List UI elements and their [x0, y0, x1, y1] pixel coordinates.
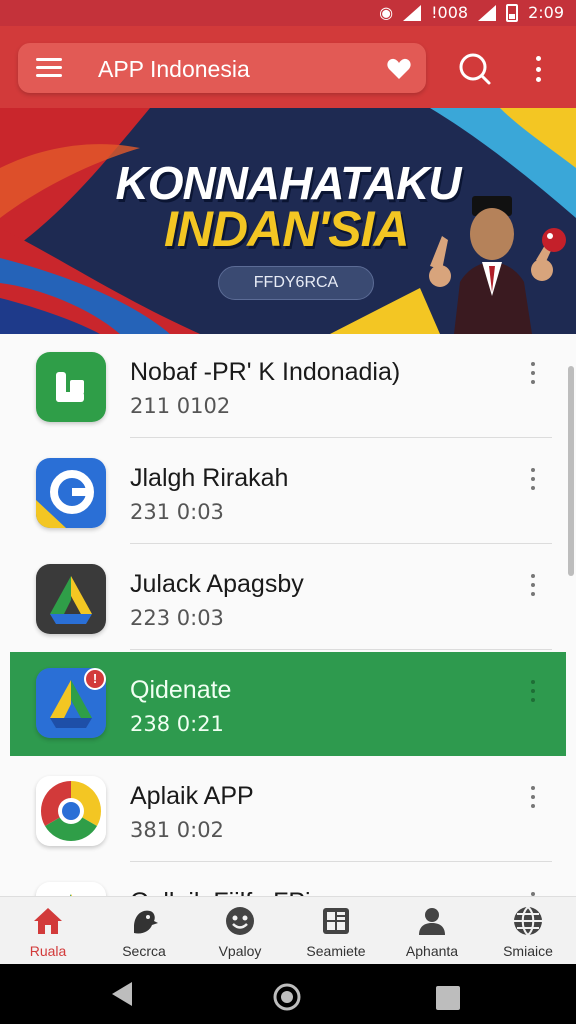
notification-icon: ◉	[379, 3, 394, 22]
nav-label: Smiaice	[503, 943, 553, 959]
person-icon	[416, 905, 448, 937]
list-item[interactable]: Gollaik Fiilfe FPi	[0, 864, 566, 896]
item-more-icon[interactable]	[528, 574, 538, 596]
item-subtitle: 211 0102	[130, 394, 231, 418]
nav-item-seamiete[interactable]: Seamiete	[288, 897, 384, 965]
item-title: Julack Apagsby	[130, 570, 304, 598]
promo-banner[interactable]: KONNAHATAKU INDAN'SIA FFDY6RCA	[0, 108, 576, 334]
item-title: Aplaik APP	[130, 782, 254, 810]
nav-item-aphanta[interactable]: Aphanta	[384, 897, 480, 965]
signal-icon	[403, 4, 422, 21]
hamburger-menu-icon[interactable]	[36, 58, 62, 78]
search-bird-icon	[128, 905, 160, 937]
nav-label: Ruala	[29, 943, 67, 959]
status-icons: ◉ !008 2:09	[379, 3, 564, 22]
green-phone-app-icon	[36, 352, 106, 422]
item-subtitle: 238 0:21	[130, 712, 224, 736]
battery-icon	[506, 3, 519, 22]
nav-item-home[interactable]: Ruala	[0, 897, 96, 965]
nav-item-search[interactable]: Secrca	[96, 897, 192, 965]
list-item-selected[interactable]: ! Qidenate 238 0:21	[10, 652, 566, 756]
bottom-navigation: Ruala Secrca Vpaloy Seamiete Aphanta Smi…	[0, 896, 576, 964]
google-g-app-icon	[36, 458, 106, 528]
item-subtitle: 381 0:02	[130, 818, 224, 842]
item-more-icon[interactable]	[528, 786, 538, 808]
nav-label: Secrca	[122, 943, 166, 959]
status-bar: ◉ !008 2:09	[0, 0, 576, 26]
back-icon[interactable]	[108, 980, 136, 1013]
system-navigation-bar	[0, 964, 576, 1024]
item-subtitle: 231 0:03	[130, 500, 224, 524]
list-scrollbar[interactable]	[568, 366, 574, 576]
banner-subtitle: INDAN'SIA	[164, 201, 410, 257]
notification-badge: !	[84, 668, 106, 690]
presenter-illustration	[424, 196, 576, 334]
banner-button[interactable]: FFDY6RCA	[218, 266, 374, 300]
drive-triangle-app-icon	[36, 882, 106, 896]
divider	[130, 861, 552, 862]
home-button-icon[interactable]	[272, 982, 302, 1017]
list-item[interactable]: Aplaik APP 381 0:02	[0, 758, 566, 862]
item-title: Jlalgh Rirakah	[130, 464, 289, 492]
app-title-bar[interactable]: APP Indonesia	[18, 43, 426, 93]
drive-triangle-app-icon	[36, 564, 106, 634]
chrome-app-icon	[36, 776, 106, 846]
app-list[interactable]: Nobaf -PR' K Indonadia) 211 0102 Jlalgh …	[0, 334, 576, 896]
item-more-icon[interactable]	[528, 362, 538, 384]
divider	[130, 649, 552, 650]
home-icon	[32, 905, 64, 937]
nav-item-smiaice[interactable]: Smiaice	[480, 897, 576, 965]
search-icon[interactable]	[458, 52, 492, 86]
nav-label: Aphanta	[405, 943, 459, 959]
item-more-icon[interactable]	[528, 680, 538, 702]
emoji-icon	[224, 905, 256, 937]
list-item[interactable]: Julack Apagsby 223 0:03	[0, 546, 566, 650]
app-bar: APP Indonesia	[0, 26, 576, 108]
nav-label: Seamiete	[306, 943, 366, 959]
list-item[interactable]: Nobaf -PR' K Indonadia) 211 0102	[0, 334, 566, 438]
overflow-menu-icon[interactable]	[528, 53, 548, 85]
item-title: Gollaik Fiilfe FPi	[130, 888, 311, 896]
item-title: Nobaf -PR' K Indonadia)	[130, 358, 401, 386]
divider	[130, 437, 552, 438]
item-more-icon[interactable]	[528, 468, 538, 490]
nav-item-vpaloy[interactable]: Vpaloy	[192, 897, 288, 965]
item-title: Qidenate	[130, 676, 232, 704]
battery-percent: !008	[431, 3, 469, 22]
app-title: APP Indonesia	[98, 56, 250, 82]
item-subtitle: 223 0:03	[130, 606, 224, 630]
list-item[interactable]: Jlalgh Rirakah 231 0:03	[0, 440, 566, 544]
grid-icon	[320, 905, 352, 937]
wifi-icon	[478, 4, 497, 21]
divider	[130, 543, 552, 544]
clock: 2:09	[528, 3, 564, 22]
heart-icon[interactable]	[386, 57, 412, 86]
globe-icon	[512, 905, 544, 937]
nav-label: Vpaloy	[218, 943, 262, 959]
recents-icon[interactable]	[434, 984, 462, 1017]
